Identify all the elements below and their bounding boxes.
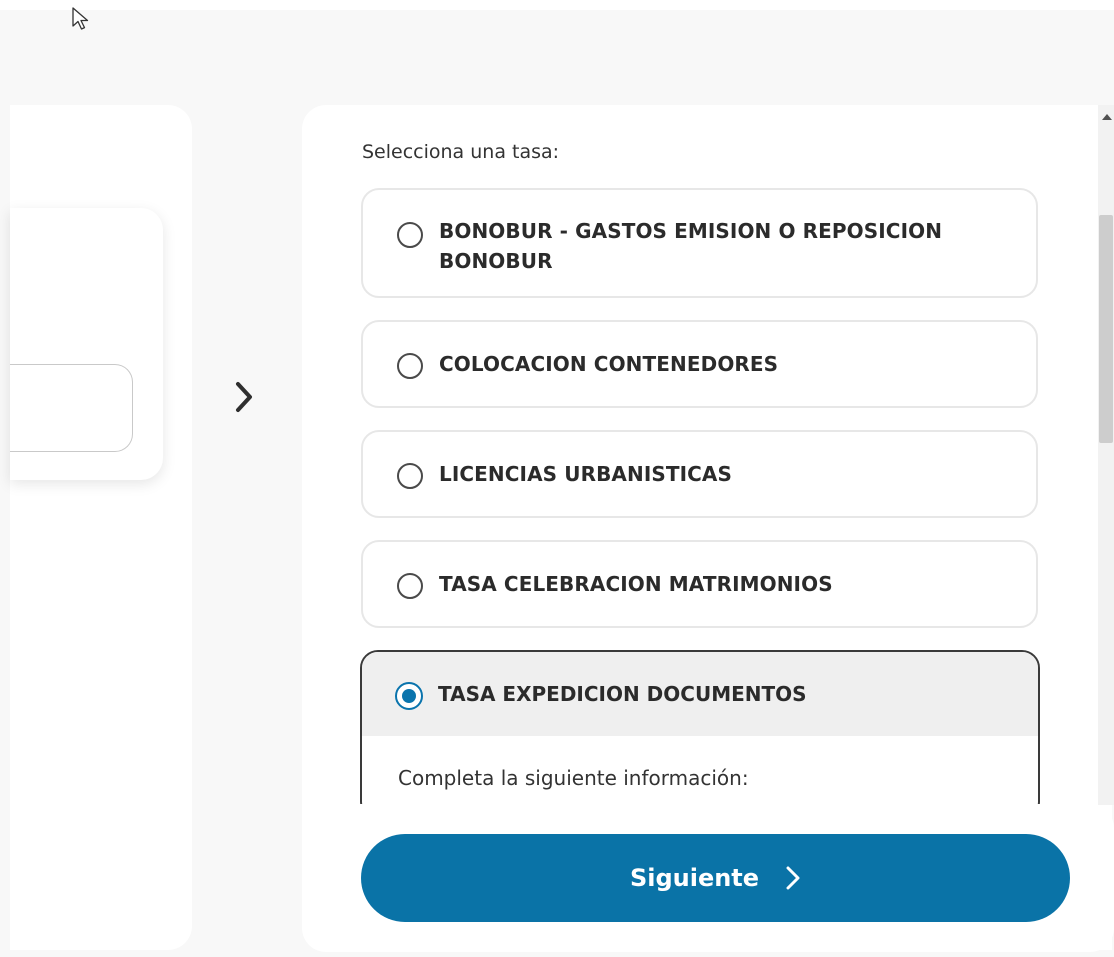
left-input-field[interactable]: [10, 364, 133, 452]
scroll-up-arrow-icon[interactable]: [1101, 112, 1113, 122]
tax-option-bonobur[interactable]: BONOBUR - GASTOS EMISION O REPOSICION BO…: [361, 188, 1038, 298]
mouse-pointer-icon: [72, 7, 89, 30]
tax-option-label: TASA EXPEDICION DOCUMENTOS: [438, 682, 807, 706]
radio-checked-icon[interactable]: [395, 682, 423, 710]
next-button-label: Siguiente: [629, 864, 760, 892]
selected-option-info: Completa la siguiente información:: [398, 766, 749, 790]
chevron-right-icon: [786, 866, 800, 890]
tax-option-label: LICENCIAS URBANISTICAS: [439, 462, 733, 486]
tax-option-label: TASA CELEBRACION MATRIMONIOS: [439, 572, 833, 596]
next-button[interactable]: Siguiente: [361, 834, 1070, 922]
tax-option-label: BONOBUR - GASTOS EMISION O REPOSICION BO…: [439, 219, 943, 273]
scrollbar-thumb[interactable]: [1099, 215, 1113, 443]
tax-option-label: COLOCACION CONTENEDORES: [439, 352, 779, 376]
radio-unchecked-icon[interactable]: [397, 353, 423, 379]
scrollbar-track[interactable]: [1098, 105, 1114, 805]
radio-unchecked-icon[interactable]: [397, 573, 423, 599]
tax-option-colocacion-contenedores[interactable]: COLOCACION CONTENEDORES: [361, 320, 1038, 408]
radio-unchecked-icon[interactable]: [397, 222, 423, 248]
tax-option-licencias-urbanisticas[interactable]: LICENCIAS URBANISTICAS: [361, 430, 1038, 518]
section-heading: Selecciona una tasa:: [362, 141, 560, 163]
chevron-right-icon: [236, 382, 252, 412]
top-strip: [0, 0, 1114, 10]
tax-option-celebracion-matrimonios[interactable]: TASA CELEBRACION MATRIMONIOS: [361, 540, 1038, 628]
tax-option-expedicion-documentos[interactable]: TASA EXPEDICION DOCUMENTOS Completa la s…: [360, 650, 1040, 820]
radio-unchecked-icon[interactable]: [397, 463, 423, 489]
